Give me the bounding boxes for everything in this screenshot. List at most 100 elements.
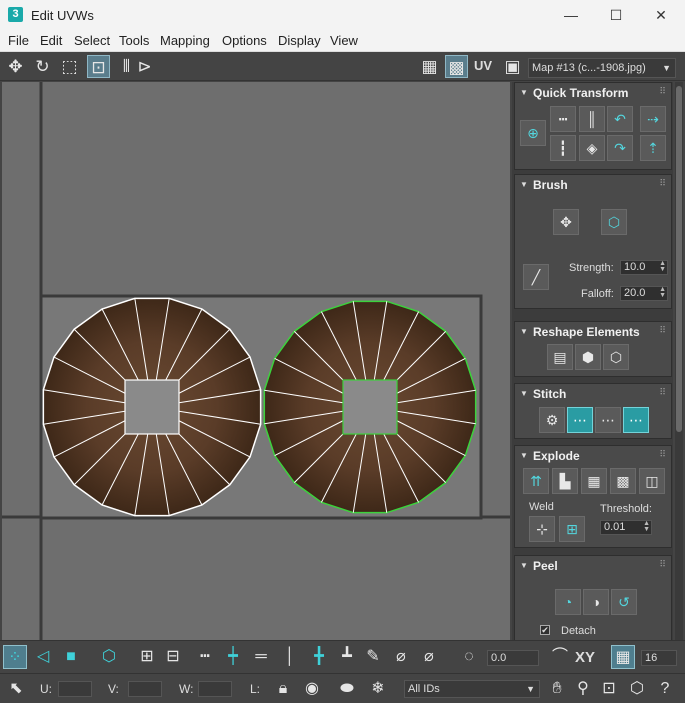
menu-mapping[interactable]: Mapping: [160, 33, 210, 48]
strength-spinner[interactable]: 10.0 ▲ ▼: [620, 260, 668, 275]
straighten-vertical-icon[interactable]: ⇡: [640, 135, 666, 161]
ids-select[interactable]: All IDs ▼: [404, 680, 540, 698]
falloff-curve-icon[interactable]: ⌒: [548, 645, 572, 669]
collapse-icon[interactable]: ▼: [520, 561, 528, 570]
rollout-title[interactable]: Reshape Elements: [533, 325, 640, 339]
collapse-icon[interactable]: ▼: [520, 389, 528, 398]
menu-tools[interactable]: Tools: [119, 33, 149, 48]
uv-viewport[interactable]: [2, 82, 510, 640]
relax-icon[interactable]: ⬢: [575, 344, 601, 370]
stitch-to-source-icon[interactable]: ⋯: [623, 407, 649, 433]
menu-options[interactable]: Options: [222, 33, 267, 48]
uv-label[interactable]: UV: [474, 58, 492, 73]
brush-falloff-icon[interactable]: ╱: [523, 264, 549, 290]
menu-view[interactable]: View: [330, 33, 358, 48]
rollout-title[interactable]: Brush: [533, 178, 568, 192]
stitch-custom-icon[interactable]: ⚙: [539, 407, 565, 433]
select-parallel-icon[interactable]: ═: [249, 645, 273, 669]
hide-icon[interactable]: ◉: [300, 677, 324, 701]
polygon-mode-icon[interactable]: ■: [59, 645, 83, 669]
pin-icon[interactable]: ╋: [307, 645, 331, 669]
mirror-vertical-icon[interactable]: ⊳: [133, 55, 156, 78]
detach-edge-icon[interactable]: ▙: [552, 468, 578, 494]
xy-label[interactable]: XY: [575, 649, 595, 666]
target-weld-icon[interactable]: ⊞: [559, 516, 585, 542]
rollout-title[interactable]: Quick Transform: [533, 86, 628, 100]
break-icon[interactable]: ⇈: [523, 468, 549, 494]
set-pivot-icon[interactable]: ⊕: [520, 120, 546, 146]
vertex-mode-icon[interactable]: ⁘: [3, 645, 27, 669]
grid-size-field[interactable]: 16: [641, 650, 677, 666]
quick-peel-icon[interactable]: ◔: [555, 589, 581, 615]
maximize-button[interactable]: ☐: [593, 0, 639, 30]
menu-file[interactable]: File: [8, 33, 29, 48]
collapse-icon[interactable]: ▼: [520, 327, 528, 336]
zoom-extents-icon[interactable]: ⬡: [625, 677, 649, 701]
grip-icon[interactable]: ⠿: [659, 387, 666, 398]
grip-icon[interactable]: ⠿: [659, 178, 666, 189]
flatten-by-smoothing-icon[interactable]: ▦: [581, 468, 607, 494]
show-icon[interactable]: ⬬: [335, 677, 359, 701]
straighten-icon[interactable]: ⇢: [640, 106, 666, 132]
scroll-thumb[interactable]: [676, 86, 682, 432]
map-settings-icon[interactable]: ▣: [501, 55, 524, 78]
rotate-cw-icon[interactable]: ↷: [607, 135, 633, 161]
absolute-mode-icon[interactable]: ⬉: [4, 677, 28, 701]
element-mode-icon[interactable]: ⬡: [97, 645, 121, 669]
weld-selected-icon[interactable]: ⊹: [529, 516, 555, 542]
grip-icon[interactable]: ⠿: [659, 449, 666, 460]
spinner-arrows-icon[interactable]: ▲ ▼: [659, 260, 666, 273]
menu-edit[interactable]: Edit: [40, 33, 62, 48]
zoom-region-icon[interactable]: ⊡: [597, 677, 621, 701]
flatten-by-material-icon[interactable]: ▩: [610, 468, 636, 494]
u-field[interactable]: [58, 681, 92, 697]
close-button[interactable]: ✕: [638, 0, 684, 30]
threshold-spinner[interactable]: 0.01 ▲ ▼: [600, 520, 652, 535]
pan-icon[interactable]: ✋︎: [545, 677, 569, 701]
collapse-icon[interactable]: ▼: [520, 88, 528, 97]
panel-scrollbar[interactable]: [675, 82, 683, 640]
show-map-icon[interactable]: ▩: [445, 55, 468, 78]
grip-icon[interactable]: ⠿: [659, 86, 666, 97]
peel-mode-icon[interactable]: ◑: [583, 589, 609, 615]
straighten-selection-icon[interactable]: ▤: [547, 344, 573, 370]
space-horizontal-icon[interactable]: ◈: [579, 135, 605, 161]
space-vertical-icon[interactable]: ║: [579, 106, 605, 132]
relax-brush-icon[interactable]: ⬡: [601, 209, 627, 235]
flatten-custom-icon[interactable]: ◫: [639, 468, 665, 494]
paint-grow-icon[interactable]: ⌀: [389, 645, 413, 669]
align-vertical-icon[interactable]: ┇: [550, 135, 576, 161]
coin-island-right[interactable]: [263, 300, 477, 514]
menu-select[interactable]: Select: [74, 33, 110, 48]
move-icon[interactable]: ✥: [4, 55, 27, 78]
scale-icon[interactable]: ⬚: [58, 55, 81, 78]
coin-island-left[interactable]: [42, 297, 262, 517]
grip-icon[interactable]: ⠿: [659, 559, 666, 570]
grip-icon[interactable]: ⠿: [659, 325, 666, 336]
paint-move-icon[interactable]: ✥: [553, 209, 579, 235]
rotate-icon[interactable]: ↻: [31, 55, 54, 78]
edge-loop-icon[interactable]: ┅: [193, 645, 217, 669]
map-select[interactable]: Map #13 (c...-1908.jpg) ▼: [528, 58, 676, 78]
freeform-icon[interactable]: ⊡: [87, 55, 110, 78]
grid-snap-icon[interactable]: ▦: [611, 645, 635, 669]
relax-settings-icon[interactable]: ⬡: [603, 344, 629, 370]
spinner-arrows-icon[interactable]: ▲ ▼: [643, 520, 650, 533]
unpin-icon[interactable]: ┻: [335, 645, 359, 669]
stitch-average-icon[interactable]: ⋯: [595, 407, 621, 433]
spinner-arrows-icon[interactable]: ▲ ▼: [659, 286, 666, 299]
angle-field[interactable]: 0.0: [487, 650, 539, 666]
reset-peel-icon[interactable]: ↺: [611, 589, 637, 615]
rotate-ccw-icon[interactable]: ↶: [607, 106, 633, 132]
w-field[interactable]: [198, 681, 232, 697]
paint-shrink-icon[interactable]: ⌀: [417, 645, 441, 669]
rollout-title[interactable]: Stitch: [533, 387, 566, 401]
freeze-icon[interactable]: ❄: [366, 677, 390, 701]
grow-selection-icon[interactable]: ⊞: [135, 645, 159, 669]
edge-mode-icon[interactable]: ◁: [31, 645, 55, 669]
checker-icon[interactable]: ▦: [418, 55, 441, 78]
zoom-icon[interactable]: ⚲: [571, 677, 595, 701]
stitch-to-target-icon[interactable]: ⋯: [567, 407, 593, 433]
paint-select-icon[interactable]: ✎: [361, 645, 385, 669]
falloff-spinner[interactable]: 20.0 ▲ ▼: [620, 286, 668, 301]
